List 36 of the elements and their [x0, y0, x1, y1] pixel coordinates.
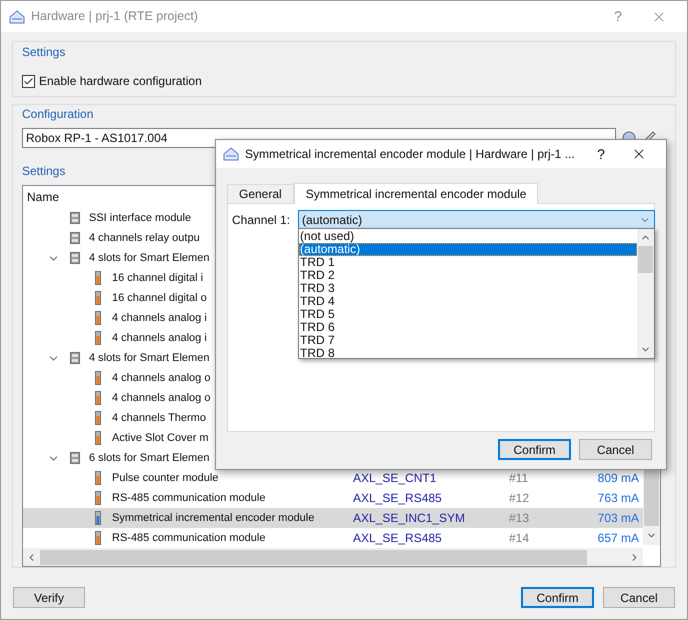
section-title: Settings	[22, 163, 66, 180]
module-name: Symmetrical incremental encoder module	[112, 510, 314, 526]
module-code: AXL_SE_RS485	[353, 490, 443, 507]
slot-number: #12	[509, 490, 530, 507]
current-value: 763 mA	[596, 490, 639, 507]
module-name: RS-485 communication module	[112, 530, 266, 546]
module-name: RS-485 communication module	[112, 490, 266, 506]
module-name: 16 channel digital i	[112, 270, 204, 286]
slot-number: #13	[509, 510, 530, 527]
dialog-title: Symmetrical incremental encoder module | Hardware | prj-1 ...	[245, 146, 575, 163]
module-name: 16 channel digital o	[112, 290, 207, 306]
module-name: Pulse counter module	[112, 470, 218, 486]
slot-number: #11	[509, 470, 530, 487]
module-name: SSI interface module	[89, 210, 192, 226]
field-label: Channel 1:	[232, 212, 290, 228]
module-name: 4 channels analog i	[112, 310, 207, 326]
checkbox-label: Enable hardware configuration	[39, 73, 202, 90]
module-name: 4 channels analog i	[112, 330, 207, 346]
module-name: 4 channels relay outpu	[89, 230, 200, 246]
module-name: 4 slots for Smart Elemen	[89, 350, 210, 366]
module-code: AXL_SE_INC1_SYM	[353, 510, 466, 527]
current-value: 809 mA	[596, 470, 639, 487]
module-name: 4 channels analog o	[112, 370, 210, 386]
module-name: 4 channels Thermo	[112, 410, 206, 426]
module-name: 6 slots for Smart Elemen	[89, 450, 210, 466]
module-code: AXL_SE_CNT1	[353, 470, 438, 487]
module-name: Active Slot Cover m	[112, 430, 209, 446]
module-name: 4 slots for Smart Elemen	[89, 250, 210, 266]
group-title: Configuration	[22, 106, 94, 123]
slot-number: #14	[509, 530, 530, 547]
current-value: 657 mA	[596, 530, 639, 547]
module-code: AXL_SE_RS485	[353, 530, 443, 547]
window-title: Hardware | prj-1 (RTE project)	[31, 8, 198, 26]
current-value: 703 mA	[596, 510, 639, 527]
module-name: 4 channels analog o	[112, 390, 210, 406]
group-title: Settings	[22, 44, 66, 61]
